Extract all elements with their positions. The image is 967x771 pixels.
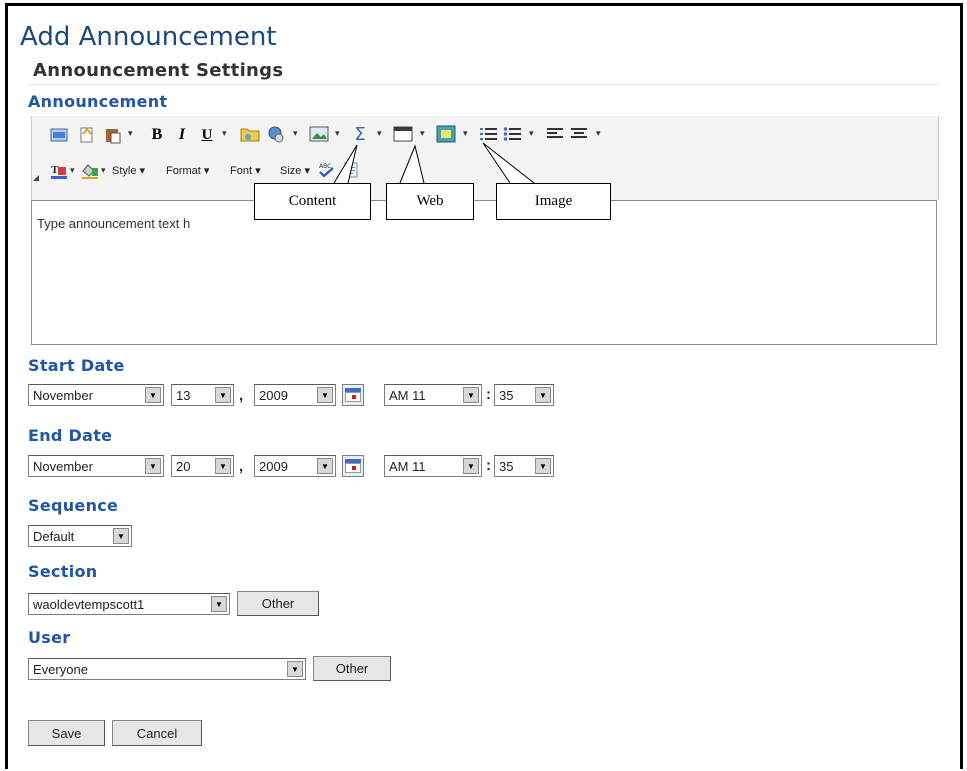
date-comma: , — [239, 458, 244, 475]
start-day-select[interactable]: 13 ▼ — [171, 384, 234, 406]
start-year-select[interactable]: 2009 ▼ — [254, 384, 336, 406]
chevron-down-icon: ▼ — [463, 458, 479, 474]
time-colon: : — [486, 386, 491, 403]
user-select[interactable]: Everyone ▼ — [28, 658, 306, 680]
date-comma: , — [239, 387, 244, 404]
sequence-label: Sequence — [28, 496, 119, 515]
chevron-down-icon: ▼ — [463, 387, 479, 403]
start-minute-select[interactable]: 35 ▼ — [494, 384, 554, 406]
callout-content: Content — [254, 183, 371, 220]
user-label: User — [28, 628, 71, 647]
chevron-down-icon: ▼ — [535, 387, 551, 403]
save-button[interactable]: Save — [28, 720, 105, 746]
end-month-select[interactable]: November ▼ — [28, 455, 164, 477]
section-other-button[interactable]: Other — [237, 591, 319, 616]
chevron-down-icon: ▼ — [145, 458, 161, 474]
calendar-icon[interactable] — [342, 384, 364, 406]
chevron-down-icon: ▼ — [215, 458, 231, 474]
end-year-select[interactable]: 2009 ▼ — [254, 455, 336, 477]
chevron-down-icon: ▼ — [317, 458, 333, 474]
end-day-select[interactable]: 20 ▼ — [171, 455, 234, 477]
calendar-icon[interactable] — [342, 455, 364, 477]
chevron-down-icon: ▼ — [211, 596, 227, 612]
end-hour-select[interactable]: AM 11 ▼ — [384, 455, 482, 477]
section-label: Section — [28, 562, 98, 581]
cancel-button[interactable]: Cancel — [112, 720, 202, 746]
start-hour-select[interactable]: AM 11 ▼ — [384, 384, 482, 406]
chevron-down-icon: ▼ — [145, 387, 161, 403]
end-date-label: End Date — [28, 426, 113, 445]
time-colon: : — [486, 457, 491, 474]
chevron-down-icon: ▼ — [215, 387, 231, 403]
start-month-select[interactable]: November ▼ — [28, 384, 164, 406]
callout-image: Image — [496, 183, 611, 220]
chevron-down-icon: ▼ — [317, 387, 333, 403]
user-other-button[interactable]: Other — [313, 656, 391, 681]
sequence-select[interactable]: Default ▼ — [28, 525, 132, 547]
end-minute-select[interactable]: 35 ▼ — [494, 455, 554, 477]
callout-web: Web — [386, 183, 474, 220]
section-select[interactable]: waoldevtempscott1 ▼ — [28, 593, 230, 615]
chevron-down-icon: ▼ — [113, 528, 129, 544]
start-date-label: Start Date — [28, 356, 125, 375]
chevron-down-icon: ▼ — [535, 458, 551, 474]
chevron-down-icon: ▼ — [287, 661, 303, 677]
